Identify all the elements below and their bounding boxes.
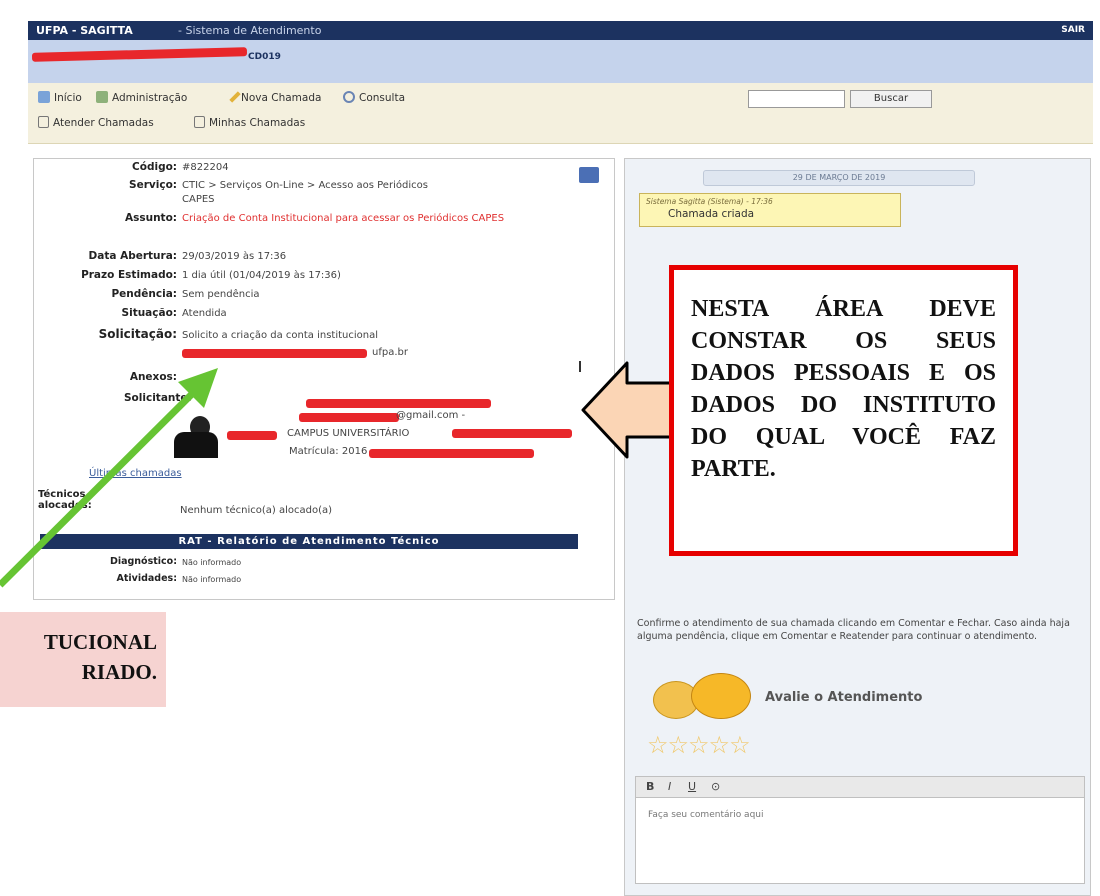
annotation-text: NESTA ÁREA DEVE CONSTAR OS SEUS DADOS PE… [691,296,996,482]
callout-line-2: RIADO. [81,660,157,684]
annotation-box: NESTA ÁREA DEVE CONSTAR OS SEUS DADOS PE… [669,265,1018,556]
callout-line-1: TUCIONAL [43,630,157,654]
callout-text: TUCIONAL RIADO. [0,627,157,687]
left-block-arrow [581,361,684,459]
annotation-callout: TUCIONAL RIADO. [0,612,166,707]
green-arrow-shaft [0,385,201,588]
